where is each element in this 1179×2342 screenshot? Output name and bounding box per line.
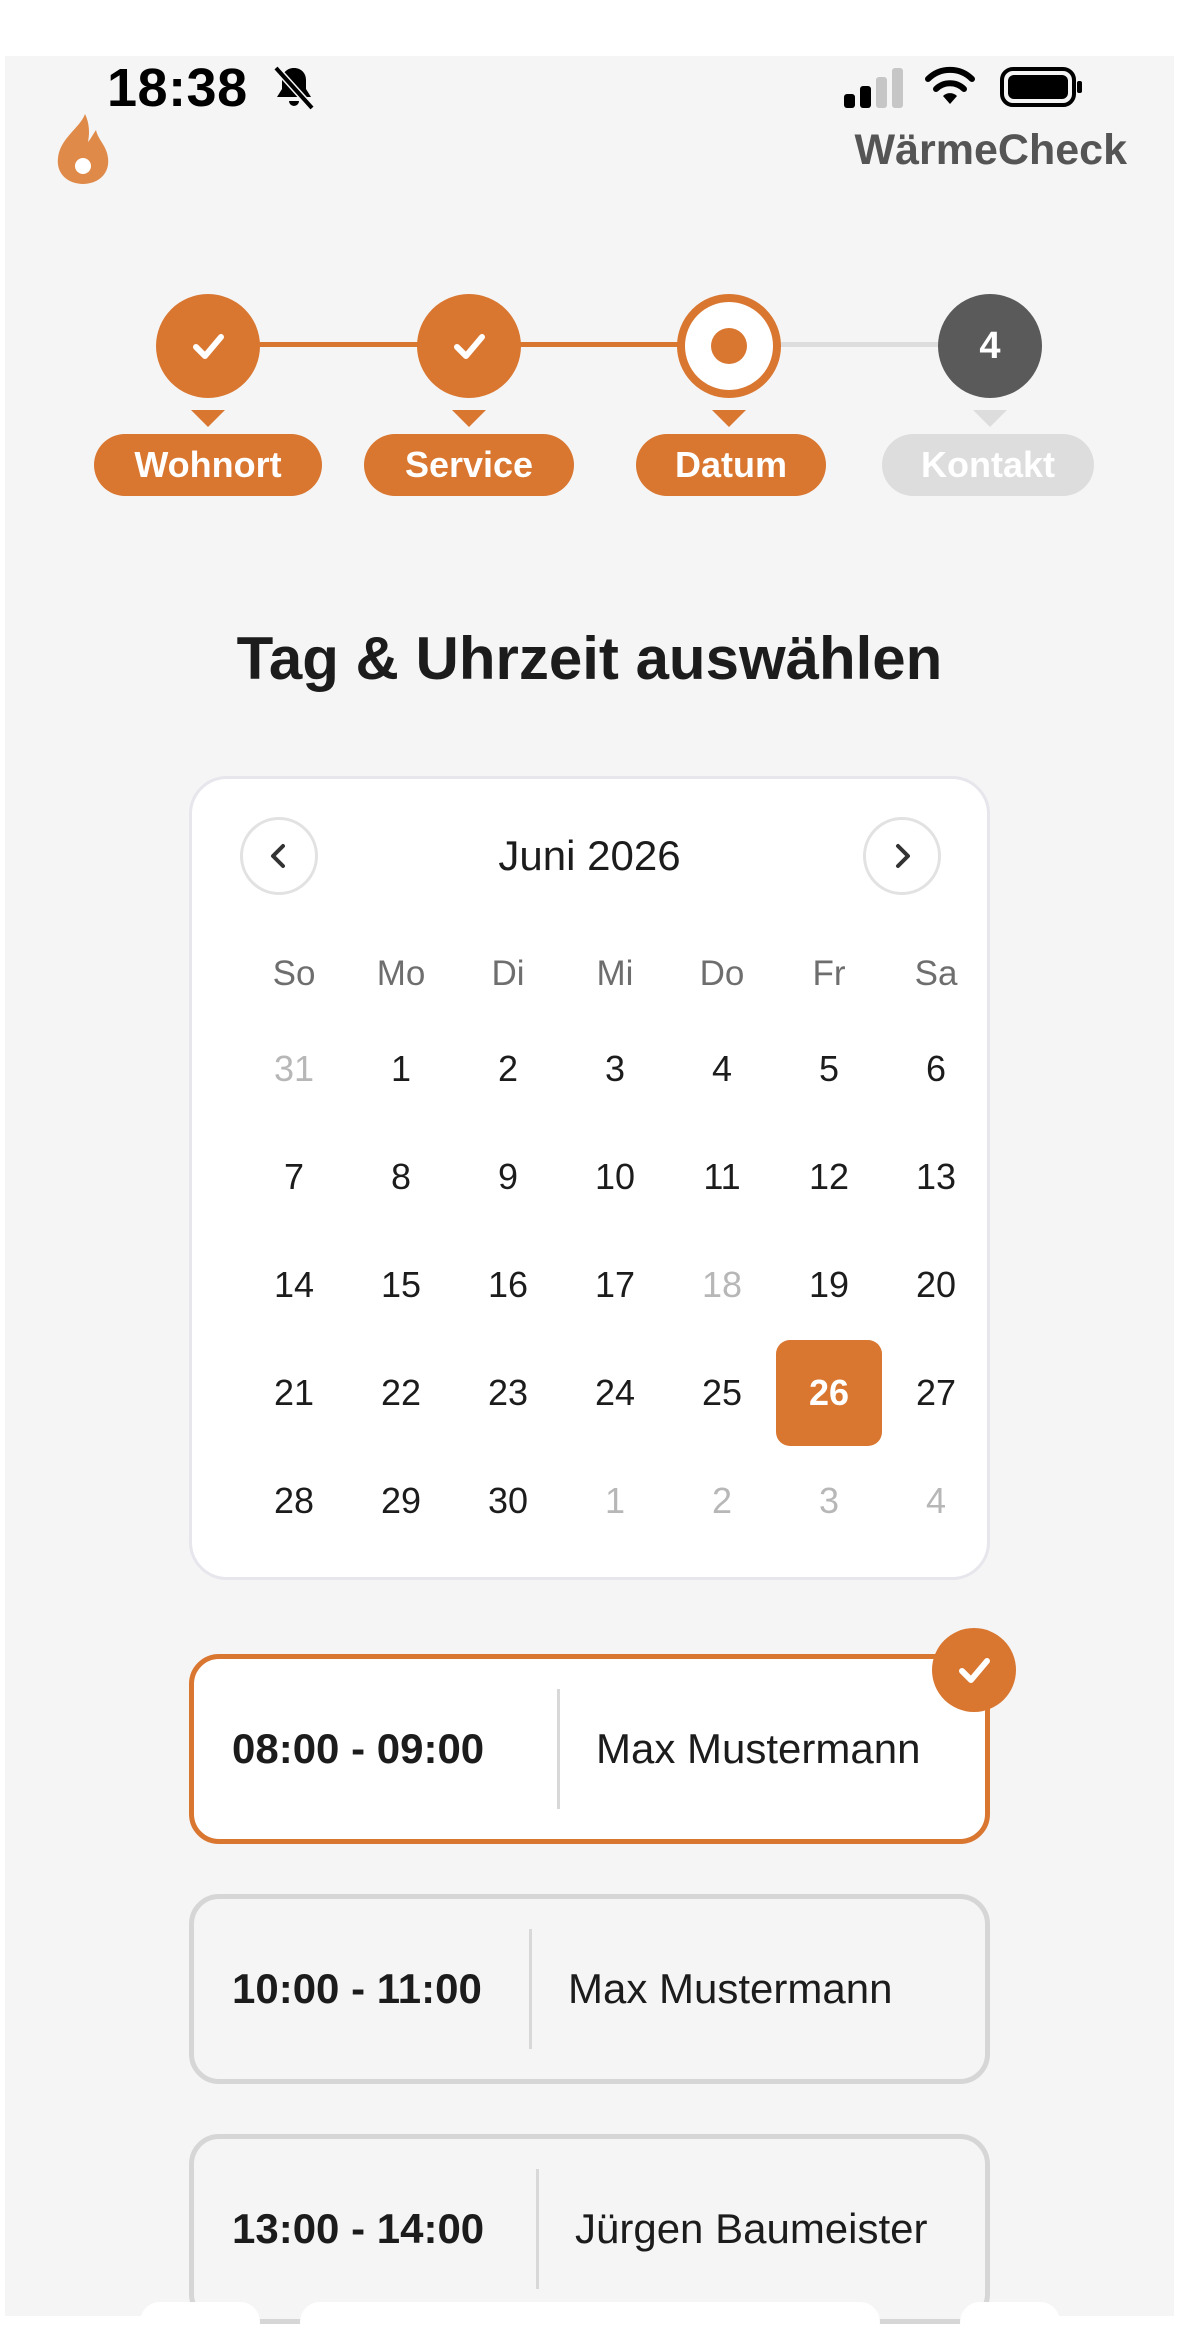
calendar-day[interactable]: 24 [562, 1340, 668, 1446]
calendar-day[interactable]: 10 [562, 1124, 668, 1230]
calendar-day[interactable]: 28 [241, 1448, 347, 1554]
calendar-day[interactable]: 29 [348, 1448, 454, 1554]
calendar-day: 2 [711, 1480, 733, 1521]
calendar-day[interactable]: 4 [669, 1016, 775, 1122]
bottom-bar-edge [140, 2302, 260, 2342]
brand-name: WärmeCheck [854, 126, 1127, 174]
calendar-day: 18 [701, 1264, 743, 1305]
step-label-wohnort[interactable]: Wohnort [94, 434, 322, 496]
chevron-right-icon [896, 844, 910, 868]
calendar-day: 1 [604, 1480, 626, 1521]
bottom-bar-edge [960, 2302, 1060, 2342]
slot-time: 10:00 - 11:00 [232, 1965, 482, 2012]
calendar-day[interactable]: 5 [776, 1016, 882, 1122]
calendar-day[interactable]: 30 [455, 1448, 561, 1554]
weekday-label: Di [491, 954, 525, 993]
flame-logo-icon [57, 114, 109, 184]
time-slot-card[interactable]: 13:00 - 14:00 Jürgen Baumeister [189, 2134, 990, 2324]
calendar-day[interactable]: 17 [562, 1232, 668, 1338]
cellular-signal-icon [844, 68, 903, 108]
calendar-day[interactable]: 16 [455, 1232, 561, 1338]
step-service-circle [417, 294, 521, 398]
status-time: 18:38 [107, 58, 248, 118]
step-pointer [712, 410, 746, 427]
checkmark-icon [193, 334, 224, 359]
calendar-day[interactable]: 6 [883, 1016, 989, 1122]
calendar-day[interactable]: 7 [241, 1124, 347, 1230]
weekday-label: Fr [812, 954, 846, 993]
step-pointer [191, 410, 225, 427]
page-title: Tag & Uhrzeit auswählen [236, 625, 943, 692]
step-datum-circle [677, 294, 781, 398]
time-slot-card[interactable]: 08:00 - 09:00 Max Mustermann [189, 1654, 990, 1844]
calendar-day[interactable]: 13 [883, 1124, 989, 1230]
calendar-day[interactable]: 9 [455, 1124, 561, 1230]
next-month-button[interactable] [863, 817, 941, 895]
calendar-day[interactable]: 22 [348, 1340, 454, 1446]
calendar-day: 4 [925, 1480, 947, 1521]
calendar-day: 3 [818, 1480, 840, 1521]
step-pointer [452, 410, 486, 427]
calendar-day[interactable]: 23 [455, 1340, 561, 1446]
step-connector-1 [258, 342, 430, 347]
time-slot-card[interactable]: 10:00 - 11:00 Max Mustermann [189, 1894, 990, 2084]
slot-time: 08:00 - 09:00 [232, 1725, 485, 1772]
calendar-day[interactable]: 2 [455, 1016, 561, 1122]
calendar: Juni 2026 So Mo Di Mi Do Fr Sa 31 1 2 3 4 5 6 7 8 9 10 11… [189, 776, 990, 1580]
calendar-day[interactable]: 25 [669, 1340, 775, 1446]
calendar-day-selected[interactable]: 26 [776, 1340, 882, 1446]
step-wohnort-circle [156, 294, 260, 398]
checkmark-icon [959, 1658, 990, 1683]
current-step-dot-icon [711, 328, 747, 364]
calendar-day[interactable]: 11 [669, 1124, 775, 1230]
step-pointer [973, 410, 1007, 427]
calendar-day[interactable]: 14 [241, 1232, 347, 1338]
step-label-service[interactable]: Service [364, 434, 574, 496]
wifi-icon [925, 66, 975, 104]
slot-technician: Max Mustermann [568, 1965, 893, 2012]
bottom-bar-edge [300, 2302, 880, 2342]
slot-divider [557, 1689, 560, 1809]
step-label-datum[interactable]: Datum [636, 434, 826, 496]
slot-technician: Max Mustermann [596, 1725, 921, 1772]
weekday-label: Mi [596, 954, 634, 993]
step-kontakt-circle: 4 [938, 294, 1042, 398]
step-connector-2 [519, 342, 691, 347]
slot-divider [529, 1929, 532, 2049]
weekday-label: Sa [914, 954, 958, 993]
battery-icon [1000, 67, 1082, 107]
step-label-kontakt: Kontakt [882, 434, 1094, 496]
checkmark-icon [454, 334, 485, 359]
bell-muted-icon [273, 65, 315, 111]
slot-time: 13:00 - 14:00 [232, 2205, 485, 2252]
calendar-day[interactable]: 8 [348, 1124, 454, 1230]
weekday-label: Mo [376, 954, 426, 993]
step-connector-3 [779, 342, 951, 347]
weekday-label: So [272, 954, 316, 993]
slot-divider [536, 2169, 539, 2289]
calendar-day[interactable]: 15 [348, 1232, 454, 1338]
calendar-day[interactable]: 12 [776, 1124, 882, 1230]
calendar-day[interactable]: 27 [883, 1340, 989, 1446]
calendar-day[interactable]: 21 [241, 1340, 347, 1446]
calendar-day[interactable]: 20 [883, 1232, 989, 1338]
calendar-day: 31 [273, 1048, 315, 1089]
calendar-day[interactable]: 1 [348, 1016, 454, 1122]
selected-checkmark-badge [932, 1628, 1016, 1712]
calendar-day[interactable]: 3 [562, 1016, 668, 1122]
slot-technician: Jürgen Baumeister [575, 2205, 928, 2252]
weekday-label: Do [699, 954, 745, 993]
calendar-day[interactable]: 19 [776, 1232, 882, 1338]
